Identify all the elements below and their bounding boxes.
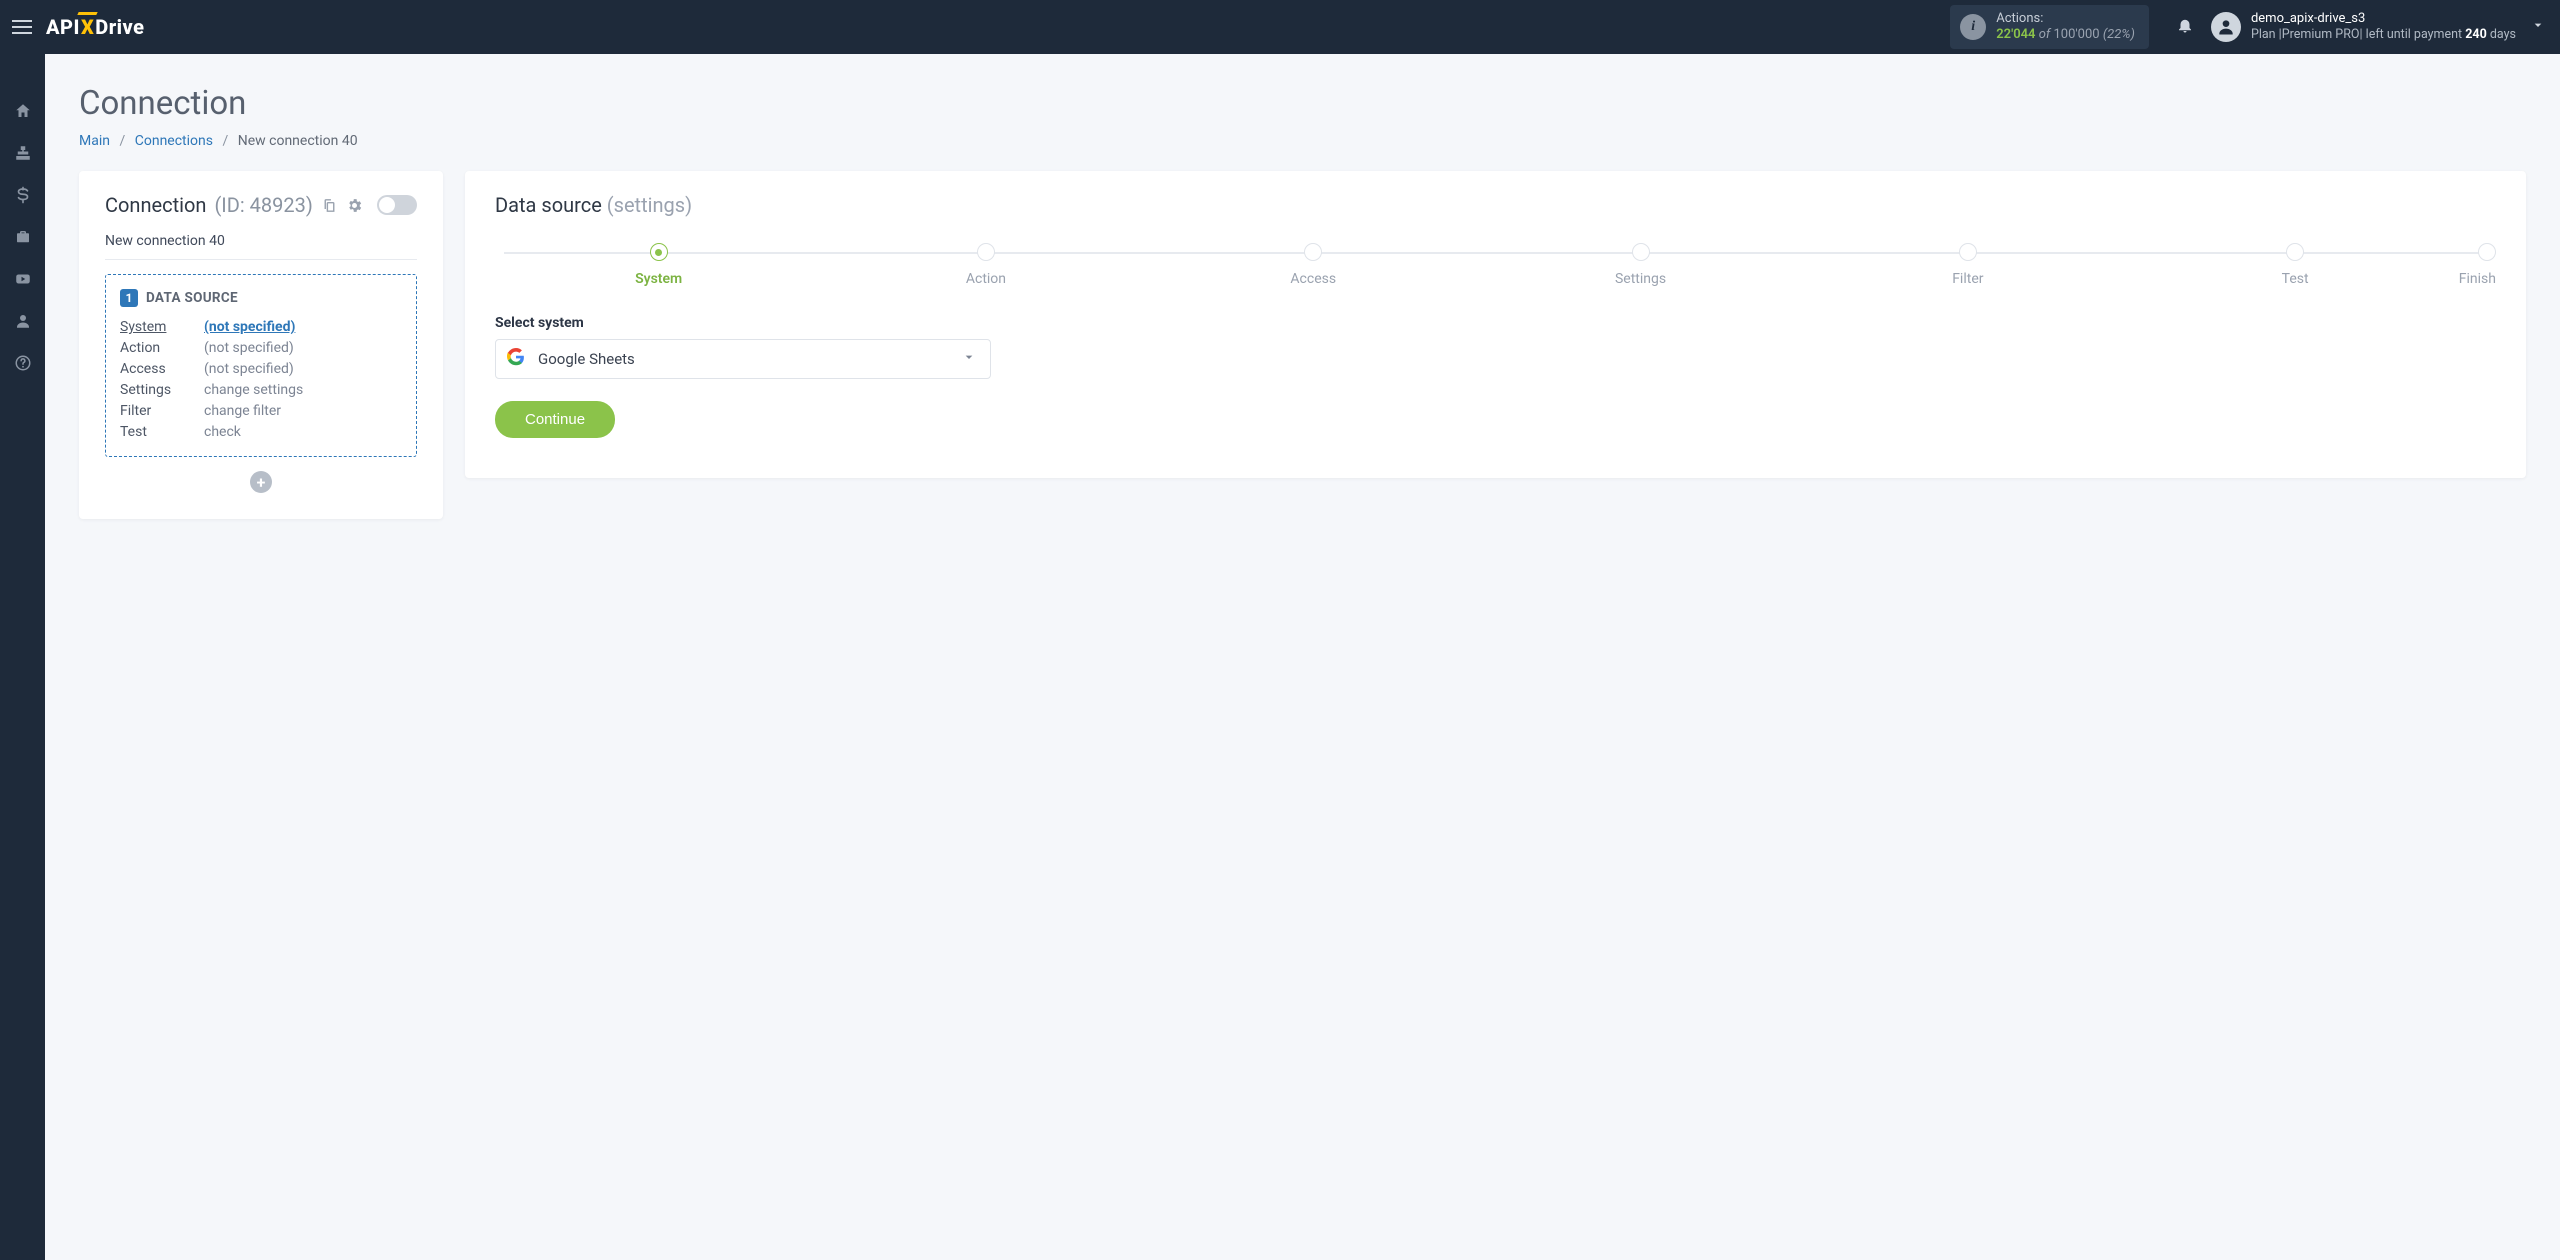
- ds-val-test: check: [204, 424, 402, 440]
- logo-text-x: X: [80, 15, 95, 39]
- user-text: demo_apix-drive_s3 Plan |Premium PRO| le…: [2251, 11, 2516, 43]
- step-settings[interactable]: Settings: [1477, 243, 1804, 287]
- sidebar-item-briefcase[interactable]: [0, 216, 45, 258]
- step-finish[interactable]: Finish: [2459, 243, 2496, 287]
- data-source-heading: DATA SOURCE: [146, 290, 238, 306]
- gear-icon[interactable]: [346, 197, 363, 214]
- chevron-down-icon: [961, 349, 977, 369]
- right-title-main: Data source: [495, 193, 602, 217]
- ds-key-action: Action: [120, 340, 204, 356]
- google-sheets-icon: [507, 348, 525, 370]
- info-icon: i: [1960, 14, 1986, 40]
- ds-key-test: Test: [120, 424, 204, 440]
- ds-val-settings: change settings: [204, 382, 402, 398]
- breadcrumb-main[interactable]: Main: [79, 133, 110, 149]
- step-test[interactable]: Test: [2131, 243, 2458, 287]
- sidebar: [0, 54, 45, 1260]
- step-action[interactable]: Action: [822, 243, 1149, 287]
- actions-of: of: [2036, 27, 2054, 42]
- sidebar-item-account[interactable]: [0, 300, 45, 342]
- connection-toggle[interactable]: [377, 195, 417, 215]
- add-block-button[interactable]: +: [250, 471, 272, 493]
- ds-val-action: (not specified): [204, 340, 402, 356]
- ds-key-system[interactable]: System: [120, 319, 204, 335]
- avatar-icon: [2211, 12, 2241, 42]
- logo-text-api: API: [46, 15, 80, 39]
- ds-val-filter: change filter: [204, 403, 402, 419]
- app-logo[interactable]: APIXDrive: [46, 15, 145, 39]
- username: demo_apix-drive_s3: [2251, 11, 2516, 27]
- breadcrumb-sep: /: [113, 133, 131, 149]
- sidebar-item-billing[interactable]: [0, 174, 45, 216]
- ds-key-filter: Filter: [120, 403, 204, 419]
- data-source-box: 1 DATA SOURCE System (not specified) Act…: [105, 274, 417, 457]
- breadcrumb-connections[interactable]: Connections: [135, 133, 213, 149]
- step-access[interactable]: Access: [1150, 243, 1477, 287]
- sidebar-item-video[interactable]: [0, 258, 45, 300]
- connection-summary-card: Connection (ID: 48923) New connection 40…: [79, 171, 443, 519]
- actions-percent: (22%): [2103, 27, 2135, 42]
- ds-key-settings: Settings: [120, 382, 204, 398]
- data-source-rows: System (not specified) Action (not speci…: [120, 319, 402, 440]
- actions-text: Actions: 22'044 of 100'000 (22%): [1996, 11, 2135, 44]
- logo-text-drive: Drive: [95, 15, 144, 39]
- connection-title: Connection: [105, 193, 206, 217]
- notifications-icon[interactable]: [2167, 16, 2203, 39]
- ds-val-access: (not specified): [204, 361, 402, 377]
- select-system-label: Select system: [495, 315, 2496, 331]
- actions-total: 100'000: [2053, 27, 2099, 42]
- plan-line: Plan |Premium PRO| left until payment 24…: [2251, 27, 2516, 43]
- breadcrumb: Main / Connections / New connection 40: [79, 133, 2526, 149]
- sidebar-item-help[interactable]: [0, 342, 45, 384]
- data-source-settings-card: Data source (settings) System Action Acc…: [465, 171, 2526, 478]
- connection-name: New connection 40: [105, 233, 417, 260]
- actions-count: 22'044: [1996, 27, 2035, 42]
- ds-val-system[interactable]: (not specified): [204, 319, 402, 335]
- content-area: Connection Main / Connections / New conn…: [45, 54, 2560, 549]
- select-system[interactable]: Google Sheets: [495, 339, 991, 379]
- step-system[interactable]: System: [495, 243, 822, 287]
- step-filter[interactable]: Filter: [1804, 243, 2131, 287]
- sidebar-item-connections[interactable]: [0, 132, 45, 174]
- right-panel-title: Data source (settings): [495, 193, 2496, 217]
- continue-button[interactable]: Continue: [495, 401, 615, 438]
- breadcrumb-sep: /: [216, 133, 234, 149]
- copy-icon[interactable]: [321, 197, 338, 214]
- actions-label: Actions:: [1996, 11, 2135, 27]
- breadcrumb-current: New connection 40: [238, 133, 358, 149]
- connection-id: (ID: 48923): [214, 193, 312, 217]
- actions-counter[interactable]: i Actions: 22'044 of 100'000 (22%): [1950, 5, 2149, 50]
- ds-key-access: Access: [120, 361, 204, 377]
- right-title-sub: (settings): [607, 193, 692, 217]
- topbar: APIXDrive i Actions: 22'044 of 100'000 (…: [0, 0, 2560, 54]
- chevron-down-icon[interactable]: [2530, 17, 2546, 37]
- sidebar-item-home[interactable]: [0, 90, 45, 132]
- user-menu[interactable]: demo_apix-drive_s3 Plan |Premium PRO| le…: [2211, 11, 2516, 43]
- wizard-stepper: System Action Access Settings Filter: [495, 243, 2496, 287]
- page-title: Connection: [79, 84, 2526, 123]
- data-source-number-badge: 1: [120, 289, 138, 307]
- select-system-value: Google Sheets: [495, 339, 991, 379]
- menu-toggle[interactable]: [8, 13, 36, 41]
